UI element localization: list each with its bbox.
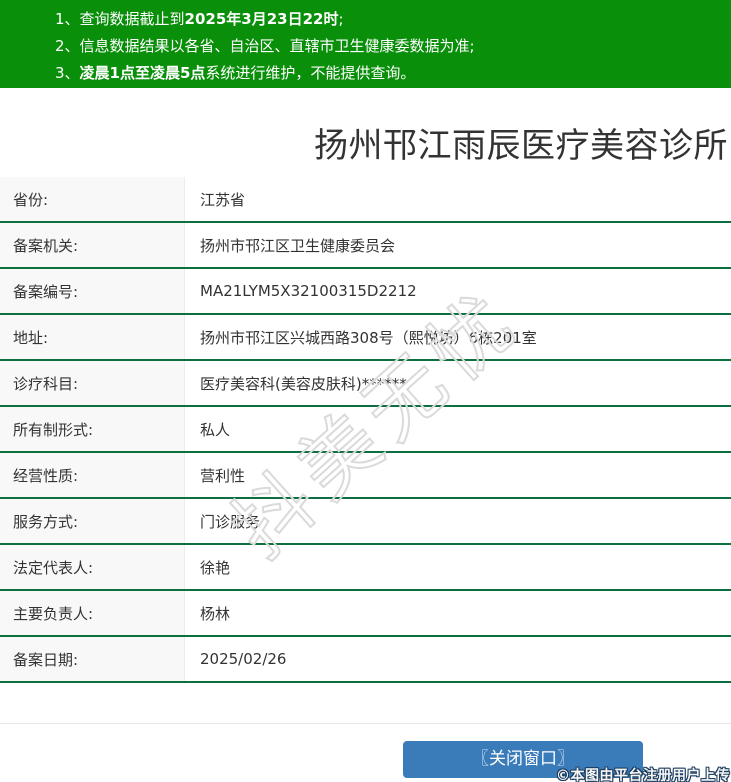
notice-text: 2、信息数据结果以各省、自治区、直辖市卫生健康委数据为准;: [55, 37, 475, 55]
title-area: 扬州邗江雨辰医疗美容诊所: [0, 88, 731, 177]
table-row: 备案机关: 扬州市邗江区卫生健康委员会: [0, 223, 731, 269]
row-label: 所有制形式:: [0, 407, 185, 451]
footer-spacer: [0, 683, 731, 723]
row-label: 服务方式:: [0, 499, 185, 543]
table-row: 服务方式: 门诊服务: [0, 499, 731, 545]
notice-text: 系统进行维护，不能提供查询。: [205, 64, 416, 82]
notice-line: 3、凌晨1点至凌晨5点系统进行维护，不能提供查询。: [55, 60, 731, 87]
notice-line: 2、信息数据结果以各省、自治区、直辖市卫生健康委数据为准;: [55, 33, 731, 60]
row-value: 扬州市邗江区卫生健康委员会: [200, 236, 396, 255]
notice-line: 1、查询数据截止到2025年3月23日22时;: [55, 6, 731, 33]
row-label: 备案机关:: [0, 223, 185, 267]
notice-bold-text: 2025年3月23日22时: [184, 10, 339, 28]
footer-divider: [0, 723, 731, 724]
row-label: 备案日期:: [0, 637, 185, 681]
table-row: 所有制形式: 私人: [0, 407, 731, 453]
table-row: 地址: 扬州市邗江区兴城西路308号（熙悦坊）6栋201室: [0, 315, 731, 361]
notice-text: 1、查询数据截止到: [55, 10, 185, 28]
upload-credit-watermark: ©本图由平台注册用户上传: [556, 768, 730, 782]
row-label: 备案编号:: [0, 269, 185, 313]
notice-bold-text: 凌晨1点至凌晨5点: [79, 64, 206, 82]
table-row: 法定代表人: 徐艳: [0, 545, 731, 591]
row-value: 私人: [200, 420, 231, 439]
row-label: 法定代表人:: [0, 545, 185, 589]
row-label: 省份:: [0, 177, 185, 221]
table-row: 省份: 江苏省: [0, 177, 731, 223]
row-label: 地址:: [0, 315, 185, 359]
table-row: 经营性质: 营利性: [0, 453, 731, 499]
row-value: 营利性: [200, 466, 246, 485]
row-value: MA21LYM5X32100315D2212: [200, 282, 417, 300]
table-row: 主要负责人: 杨林: [0, 591, 731, 637]
record-table: 省份: 江苏省 备案机关: 扬州市邗江区卫生健康委员会 备案编号: MA21LY…: [0, 177, 731, 683]
table-row: 诊疗科目: 医疗美容科(美容皮肤科)******: [0, 361, 731, 407]
table-row: 备案日期: 2025/02/26: [0, 637, 731, 683]
row-label: 诊疗科目:: [0, 361, 185, 405]
row-value: 2025/02/26: [200, 650, 287, 668]
notice-text: ;: [338, 10, 344, 28]
page-title: 扬州邗江雨辰医疗美容诊所: [314, 126, 728, 166]
row-value: 杨林: [200, 604, 231, 623]
notice-banner: 1、查询数据截止到2025年3月23日22时; 2、信息数据结果以各省、自治区、…: [0, 0, 731, 88]
row-value: 医疗美容科(美容皮肤科)******: [200, 374, 407, 393]
row-label: 主要负责人:: [0, 591, 185, 635]
row-value: 徐艳: [200, 558, 231, 577]
table-row: 备案编号: MA21LYM5X32100315D2212: [0, 269, 731, 315]
row-value: 门诊服务: [200, 512, 261, 531]
row-label: 经营性质:: [0, 453, 185, 497]
query-result-page: 1、查询数据截止到2025年3月23日22时; 2、信息数据结果以各省、自治区、…: [0, 0, 731, 782]
notice-text: 3、: [55, 64, 80, 82]
row-value: 江苏省: [200, 190, 246, 209]
row-value: 扬州市邗江区兴城西路308号（熙悦坊）6栋201室: [200, 328, 537, 347]
